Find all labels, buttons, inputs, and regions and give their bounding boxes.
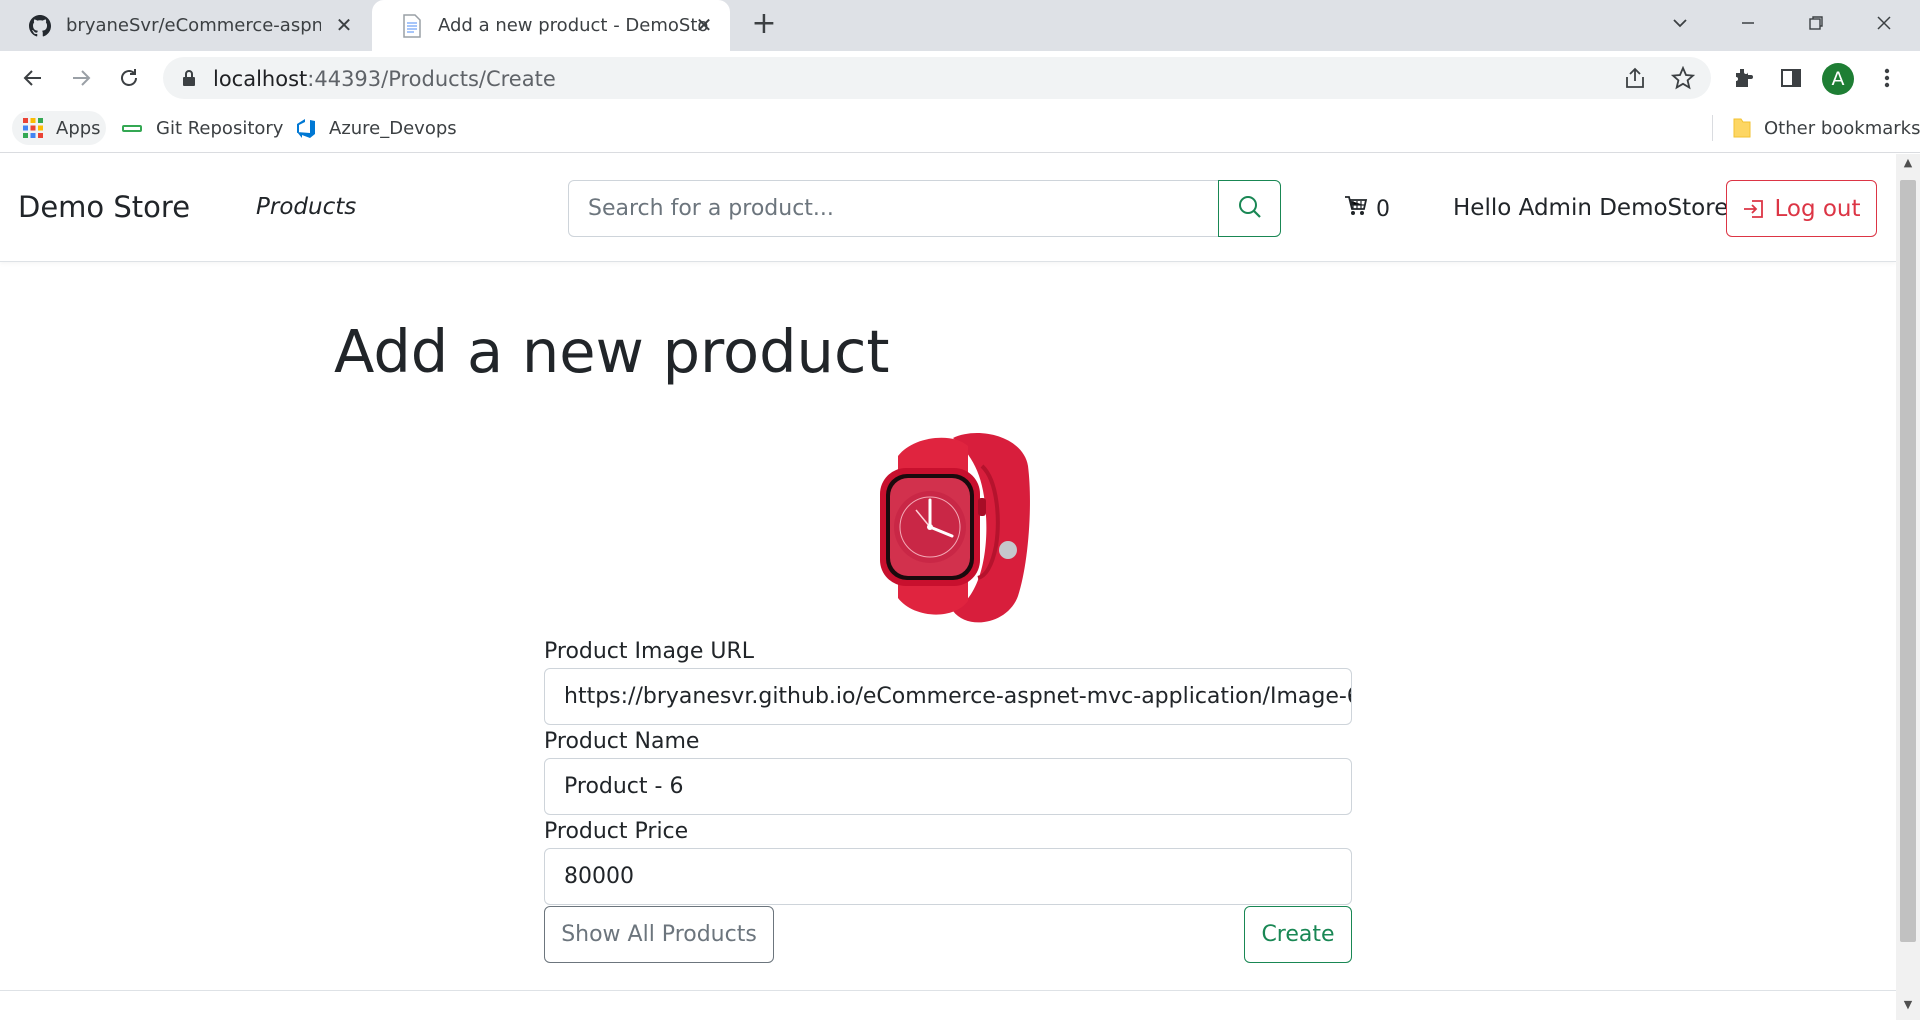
bookmark-icon — [122, 122, 144, 134]
image-url-field[interactable] — [544, 668, 1352, 725]
close-icon[interactable]: ✕ — [692, 13, 716, 37]
nav-products-link[interactable]: Products — [256, 194, 356, 220]
minimize-icon[interactable] — [1728, 8, 1768, 42]
page-scrollbar[interactable]: ▲ ▼ — [1896, 154, 1920, 1020]
back-icon[interactable] — [17, 62, 49, 94]
bookmarks-divider — [1712, 115, 1713, 141]
address-bar[interactable]: localhost:44393/Products/Create — [163, 57, 1711, 99]
cart-link[interactable]: 0 — [1344, 195, 1390, 223]
logout-button[interactable]: Log out — [1726, 180, 1877, 237]
product-price-label: Product Price — [544, 819, 689, 844]
lock-icon — [181, 69, 197, 91]
tab-add-product[interactable]: Add a new product - DemoStore ✕ — [372, 0, 730, 51]
bookmark-azure-devops[interactable]: Azure_Devops — [293, 111, 457, 145]
new-tab-button[interactable]: + — [750, 9, 778, 39]
close-icon[interactable]: ✕ — [332, 13, 356, 37]
side-panel-icon[interactable] — [1775, 62, 1807, 94]
tab-github[interactable]: bryaneSvr/eCommerce-aspnet-mvc-applicati… — [0, 0, 370, 51]
user-greeting: Hello Admin DemoStore — [1453, 195, 1729, 221]
product-name-label: Product Name — [544, 729, 700, 754]
product-name-field[interactable] — [544, 758, 1352, 815]
search-icon — [1237, 194, 1263, 224]
page-title: Add a new product — [334, 317, 890, 386]
apps-grid-icon — [22, 117, 44, 139]
cart-icon — [1344, 195, 1368, 223]
form-actions: Show All Products Create — [544, 906, 1352, 963]
page-viewport: Demo Store Products 0 Hello Admin DemoSt… — [0, 154, 1896, 1020]
url-host: localhost — [213, 67, 308, 91]
search-button[interactable] — [1218, 180, 1281, 237]
scroll-thumb[interactable] — [1900, 180, 1916, 942]
bookmark-apps[interactable]: Apps — [12, 111, 106, 145]
restore-icon[interactable] — [1796, 8, 1836, 42]
scroll-down-arrow-icon[interactable]: ▼ — [1896, 998, 1920, 1018]
login-arrow-icon — [1742, 197, 1766, 221]
forward-icon[interactable] — [65, 62, 97, 94]
profile-avatar[interactable]: A — [1822, 63, 1854, 95]
search-input[interactable] — [568, 180, 1219, 237]
bookmark-other[interactable]: Other bookmarks — [1732, 111, 1920, 145]
show-all-products-button[interactable]: Show All Products — [544, 906, 774, 963]
bookmarks-bar: Apps Git Repository Azure_Devops Other b… — [0, 105, 1920, 153]
azure-devops-icon — [293, 116, 317, 140]
tab-title: bryaneSvr/eCommerce-aspnet-mvc-applicati… — [66, 15, 321, 36]
product-image-preview — [858, 426, 1038, 626]
site-navbar: Demo Store Products 0 Hello Admin DemoSt… — [0, 154, 1896, 262]
create-product-form: Product Image URL Product Name Product P… — [544, 636, 1352, 963]
share-icon[interactable] — [1623, 67, 1647, 93]
url-text: localhost:44393/Products/Create — [213, 67, 556, 91]
image-url-label: Product Image URL — [544, 639, 755, 664]
footer-divider — [0, 990, 1896, 991]
close-window-icon[interactable] — [1864, 8, 1904, 42]
extensions-icon[interactable] — [1727, 62, 1759, 94]
github-icon — [28, 14, 52, 38]
browser-toolbar: localhost:44393/Products/Create A — [0, 51, 1920, 105]
bookmark-label: Apps — [56, 117, 101, 139]
url-path: :44393/Products/Create — [307, 67, 556, 91]
create-button[interactable]: Create — [1244, 906, 1352, 963]
tab-title: Add a new product - DemoStore — [438, 15, 710, 36]
smartwatch-image — [880, 433, 1030, 623]
reload-icon[interactable] — [113, 62, 145, 94]
bookmark-label: Azure_Devops — [329, 117, 457, 139]
bookmark-label: Git Repository — [156, 117, 284, 139]
cart-count: 0 — [1376, 196, 1390, 222]
bookmark-git-repository[interactable]: Git Repository — [122, 111, 283, 145]
bookmark-label: Other bookmarks — [1764, 117, 1920, 139]
menu-icon[interactable] — [1871, 62, 1903, 94]
tab-search-icon[interactable] — [1660, 8, 1700, 42]
logout-label: Log out — [1774, 195, 1861, 222]
browser-tabstrip: bryaneSvr/eCommerce-aspnet-mvc-applicati… — [0, 0, 1920, 51]
scroll-up-arrow-icon[interactable]: ▲ — [1896, 156, 1920, 176]
star-icon[interactable] — [1670, 65, 1696, 94]
brand-link[interactable]: Demo Store — [18, 190, 190, 224]
page-icon — [400, 13, 424, 38]
product-price-field[interactable] — [544, 848, 1352, 905]
folder-icon — [1732, 117, 1752, 139]
